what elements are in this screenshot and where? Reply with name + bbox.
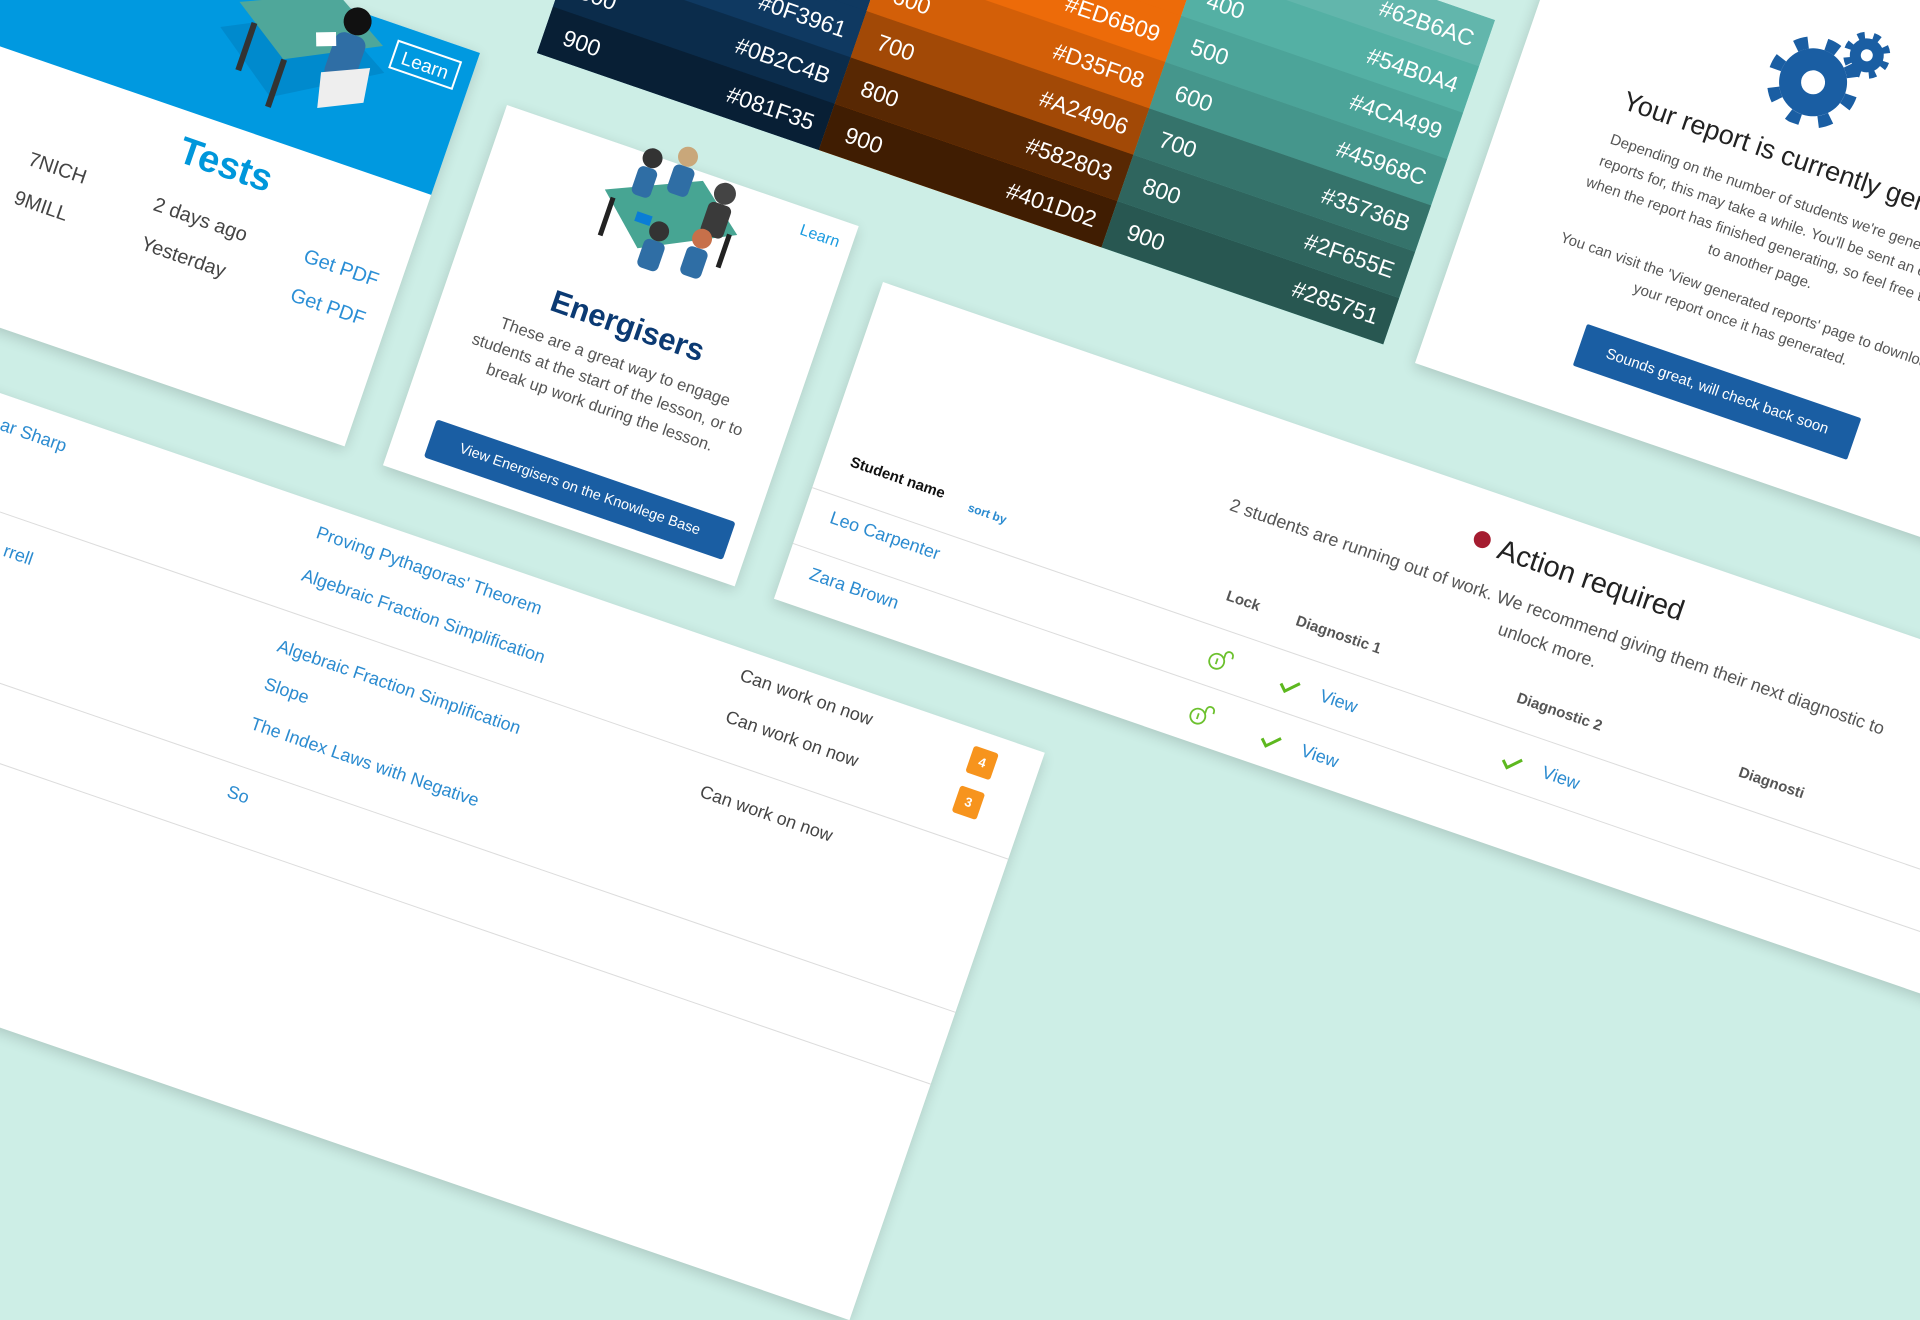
view-diagnostic-link[interactable]: View — [1298, 740, 1341, 772]
swatch-shade: 900 — [1123, 218, 1169, 256]
view-diagnostic-link[interactable]: View — [1539, 762, 1582, 794]
alert-dot-icon — [1471, 528, 1494, 551]
student-link[interactable]: Zara Brown — [807, 564, 901, 614]
column-header-diagnostic-3: Diagnosti — [1736, 763, 1807, 803]
group-name: 7NICH — [25, 148, 90, 189]
topic-link[interactable]: The Index Laws with Negative — [248, 713, 482, 811]
swatch-shade: 500 — [1187, 33, 1233, 71]
column-header-diagnostic-2: Diagnostic 2 — [1514, 689, 1605, 735]
topic-link[interactable]: Slope — [261, 674, 312, 709]
get-pdf-link[interactable]: Get PDF — [300, 245, 382, 292]
check-icon — [1279, 682, 1301, 694]
student-link[interactable]: Leo Carpenter — [827, 507, 942, 564]
tests-card: Learn Tests 7NICH 2 days ago Get PDF 9MI… — [0, 0, 481, 447]
student-name-header: Student name — [847, 453, 948, 503]
column-header-lock: Lock — [1223, 587, 1263, 615]
swatch-shade: 800 — [575, 0, 620, 16]
view-diagnostic-link[interactable]: View — [1317, 685, 1360, 717]
topic-link[interactable]: So — [224, 781, 252, 808]
unlocked-icon[interactable] — [1186, 700, 1218, 731]
student-link[interactable]: ar Sharp — [0, 415, 69, 457]
check-icon — [1260, 737, 1282, 748]
sort-by-link[interactable]: sort by — [966, 500, 1008, 526]
count-badge: 4 — [965, 745, 999, 781]
student-link[interactable]: rrell — [1, 540, 36, 570]
swatch-shade: 900 — [559, 24, 605, 62]
energisers-learn-link[interactable]: Learn — [797, 222, 842, 252]
swatch-shade: 800 — [857, 75, 903, 113]
get-pdf-link[interactable]: Get PDF — [287, 284, 368, 331]
group-name: 9MILL — [11, 186, 71, 226]
topic-link[interactable]: Algebraic Fraction Simplification — [274, 636, 524, 739]
topic-link[interactable]: Proving Pythagoras' Theorem — [314, 522, 545, 619]
tests-learn-button[interactable]: Learn — [388, 39, 463, 91]
gears-icon — [1767, 31, 1891, 129]
count-badge: 3 — [951, 785, 986, 821]
swatch-shade: 600 — [889, 0, 935, 20]
unlocked-icon[interactable] — [1205, 645, 1237, 676]
swatch-shade: 700 — [873, 28, 919, 67]
column-header-diagnostic-1: Diagnostic 1 — [1293, 612, 1384, 658]
swatch-shade: 800 — [1139, 172, 1185, 210]
student-at-desk-illustration — [220, 0, 385, 109]
swatch-shade: 400 — [1203, 0, 1249, 25]
action-message: 2 students are running out of work. We r… — [1227, 494, 1888, 739]
energisers-card: Learn Energisers These are a great way t… — [382, 105, 859, 587]
swatch-shade: 900 — [841, 121, 887, 159]
swatch-shade: 700 — [1155, 126, 1201, 164]
swatch-shade: 600 — [1171, 79, 1217, 117]
group-meeting-illustration — [597, 146, 738, 279]
test-date: Yesterday — [138, 232, 229, 283]
check-icon — [1501, 758, 1523, 770]
